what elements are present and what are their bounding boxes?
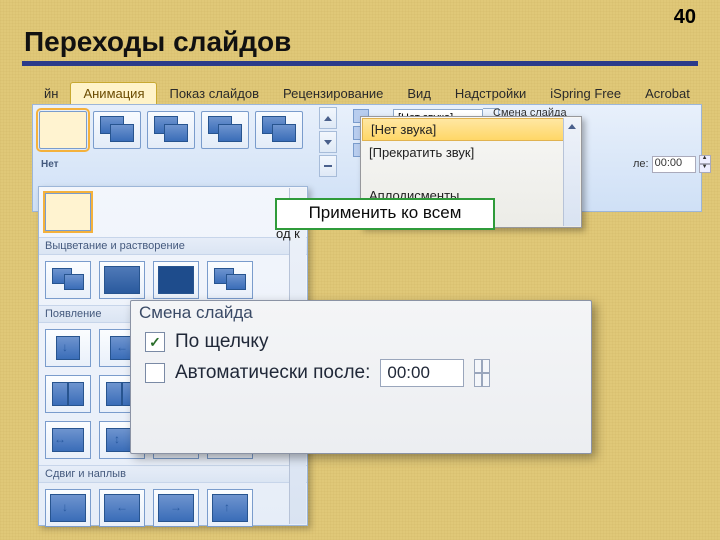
gallery-thumb[interactable] bbox=[45, 375, 91, 413]
sound-list-scrollbar[interactable] bbox=[563, 118, 580, 226]
gallery-thumb-none[interactable] bbox=[45, 193, 91, 231]
transition-thumb-2[interactable] bbox=[147, 111, 195, 149]
tab-animation[interactable]: Анимация bbox=[70, 82, 157, 104]
auto-after-label: Автоматически после: bbox=[175, 362, 370, 384]
gallery-thumb[interactable] bbox=[153, 261, 199, 299]
transition-none-label: Нет bbox=[41, 159, 59, 170]
auto-after-spinner[interactable] bbox=[474, 359, 490, 387]
popout-header: Смена слайда bbox=[131, 301, 591, 325]
on-click-label: По щелчку bbox=[175, 331, 268, 353]
tab-slideshow[interactable]: Показ слайдов bbox=[157, 83, 271, 104]
gallery-thumb[interactable]: ← bbox=[99, 489, 145, 527]
spinner-down-icon bbox=[481, 373, 483, 387]
auto-after-checkbox[interactable] bbox=[145, 363, 165, 383]
after-time-input[interactable]: 00:00 bbox=[652, 156, 696, 173]
advance-slide-popout: Смена слайда ✓ По щелчку Автоматически п… bbox=[130, 300, 592, 454]
ribbon-tabstrip: йн Анимация Показ слайдов Рецензирование… bbox=[32, 80, 702, 104]
gallery-thumb[interactable]: ↔ bbox=[45, 421, 91, 459]
after-time-spinner[interactable]: ▲▼ bbox=[699, 155, 711, 173]
sound-item-none[interactable]: [Нет звука] bbox=[362, 118, 580, 141]
tab-view[interactable]: Вид bbox=[395, 83, 443, 104]
transition-thumb-1[interactable] bbox=[93, 111, 141, 149]
page-title: Переходы слайдов bbox=[24, 26, 696, 60]
tab-partial[interactable]: йн bbox=[32, 83, 70, 104]
auto-after-time-input[interactable]: 00:00 bbox=[380, 359, 464, 387]
gallery-thumb[interactable] bbox=[207, 261, 253, 299]
auto-after-field: ле: 00:00 ▲▼ bbox=[633, 155, 711, 173]
gallery-thumb[interactable]: ↑ bbox=[207, 489, 253, 527]
gallery-thumb[interactable] bbox=[99, 261, 145, 299]
transition-thumb-row bbox=[39, 111, 303, 149]
on-click-checkbox[interactable]: ✓ bbox=[145, 332, 165, 352]
tab-addins[interactable]: Надстройки bbox=[443, 83, 538, 104]
tab-review[interactable]: Рецензирование bbox=[271, 83, 395, 104]
gallery-scroll[interactable] bbox=[319, 107, 337, 177]
tab-ispring[interactable]: iSpring Free bbox=[538, 83, 633, 104]
transition-thumb-3[interactable] bbox=[201, 111, 249, 149]
after-label-suffix: ле: bbox=[633, 158, 649, 170]
gallery-thumb[interactable] bbox=[45, 261, 91, 299]
gallery-thumb[interactable]: → bbox=[153, 489, 199, 527]
gallery-group-fade: Выцветание и растворение bbox=[39, 237, 307, 255]
transition-thumb-none[interactable] bbox=[39, 111, 87, 149]
gallery-group-shift: Сдвиг и наплыв bbox=[39, 465, 307, 483]
sound-item-stop[interactable]: [Прекратить звук] bbox=[361, 142, 581, 163]
title-underline bbox=[22, 62, 698, 65]
spinner-up-icon bbox=[481, 359, 483, 373]
transition-thumb-4[interactable] bbox=[255, 111, 303, 149]
callout-tail-text: од к bbox=[276, 226, 356, 250]
gallery-thumb[interactable]: ↓ bbox=[45, 329, 91, 367]
gallery-thumb[interactable]: ↓ bbox=[45, 489, 91, 527]
tab-acrobat[interactable]: Acrobat bbox=[633, 83, 702, 104]
